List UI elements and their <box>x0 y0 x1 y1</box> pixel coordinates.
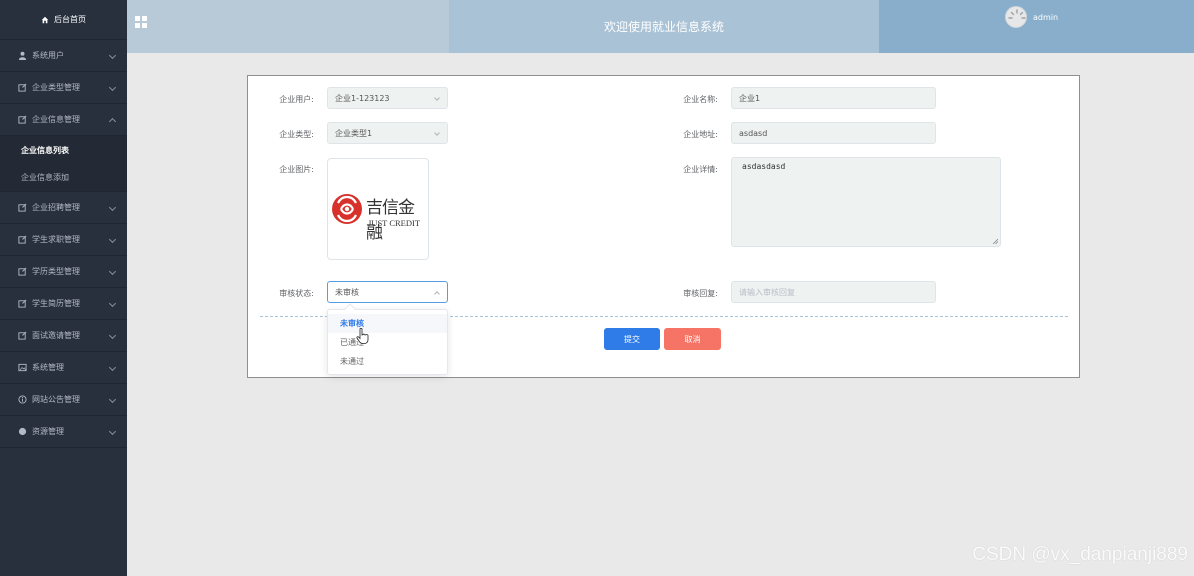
audit-reply-placeholder: 请输入审核回复 <box>739 288 795 297</box>
edit-icon <box>18 267 27 276</box>
sidebar-item-company-type[interactable]: 企业类型管理 <box>0 72 127 104</box>
resize-handle-icon[interactable] <box>992 238 998 244</box>
sidebar-item-label: 学历类型管理 <box>32 267 80 276</box>
audit-reply-input[interactable]: 请输入审核回复 <box>731 281 936 303</box>
sidebar-item-education-type[interactable]: 学历类型管理 <box>0 256 127 288</box>
watermark-text: CSDN @vx_danpianji889 <box>972 544 1188 565</box>
info-icon <box>18 395 27 404</box>
sidebar-item-label: 系统管理 <box>32 363 64 372</box>
hand-cursor-icon <box>356 328 369 344</box>
cancel-button[interactable]: 取消 <box>664 328 721 350</box>
chevron-down-icon <box>108 331 117 340</box>
sidebar-item-label: 学生简历管理 <box>32 299 80 308</box>
chevron-down-icon <box>108 51 117 60</box>
chevron-down-icon <box>108 363 117 372</box>
audit-status-label: 审核状态: <box>279 289 314 298</box>
sidebar: 后台首页 系统用户 企业类型管理 企业信息管理 企业信息列表 企业信息添加 企业… <box>0 0 127 576</box>
dropdown-option-rejected[interactable]: 未通过 <box>328 352 447 371</box>
company-image-label: 企业图片: <box>279 165 314 174</box>
audit-status-dropdown: 未审核 已通过 未通过 <box>327 303 448 375</box>
dropdown-option-approved[interactable]: 已通过 <box>328 333 447 352</box>
chevron-down-icon <box>108 235 117 244</box>
sidebar-item-resources[interactable]: 资源管理 <box>0 416 127 448</box>
chevron-down-icon <box>434 130 440 136</box>
company-address-input[interactable]: asdasd <box>731 122 936 144</box>
edit-icon <box>18 299 27 308</box>
company-address-label: 企业地址: <box>683 130 718 139</box>
sidebar-subitem-company-add[interactable]: 企业信息添加 <box>0 164 127 192</box>
sidebar-item-label: 面试邀请管理 <box>32 331 80 340</box>
chevron-up-icon <box>108 117 117 126</box>
chevron-down-icon <box>108 299 117 308</box>
chevron-down-icon <box>108 83 117 92</box>
sidebar-subitem-label: 企业信息列表 <box>21 145 69 155</box>
audit-status-value: 未审核 <box>335 288 359 297</box>
avatar[interactable] <box>1005 6 1027 28</box>
chevron-up-icon <box>434 291 440 297</box>
cancel-button-label: 取消 <box>684 334 701 344</box>
company-type-label: 企业类型: <box>279 130 314 139</box>
sidebar-item-announcement[interactable]: 网站公告管理 <box>0 384 127 416</box>
company-logo-en-text: JUST CREDIT <box>368 218 421 228</box>
sidebar-item-label: 资源管理 <box>32 427 64 436</box>
company-name-input[interactable]: 企业1 <box>731 87 936 109</box>
sidebar-item-label: 系统用户 <box>32 51 64 60</box>
chevron-down-icon <box>434 95 440 101</box>
sidebar-item-system[interactable]: 系统管理 <box>0 352 127 384</box>
user-icon <box>18 51 27 60</box>
chevron-down-icon <box>108 203 117 212</box>
edit-icon <box>18 331 27 340</box>
data-icon <box>18 427 27 436</box>
audit-reply-label: 审核回复: <box>683 289 718 298</box>
chevron-down-icon <box>108 395 117 404</box>
company-address-value: asdasd <box>739 129 768 138</box>
picture-icon <box>18 363 27 372</box>
dropdown-option-pending[interactable]: 未审核 <box>328 314 447 333</box>
company-name-value: 企业1 <box>739 94 761 103</box>
sidebar-item-label: 学生求职管理 <box>32 235 80 244</box>
chevron-down-icon <box>108 427 117 436</box>
company-detail-label: 企业详情: <box>683 165 718 174</box>
sidebar-item-label: 企业招聘管理 <box>32 203 80 212</box>
company-name-label: 企业名称: <box>683 95 718 104</box>
chevron-down-icon <box>108 267 117 276</box>
company-detail-value: asdasdasd <box>742 162 786 171</box>
edit-icon <box>18 235 27 244</box>
header-user-area: admin <box>879 0 1194 53</box>
edit-icon <box>18 115 27 124</box>
sidebar-item-label: 企业类型管理 <box>32 83 80 92</box>
audit-status-select[interactable]: 未审核 <box>327 281 448 303</box>
submit-button-label: 提交 <box>624 334 640 344</box>
sidebar-item-resume[interactable]: 学生简历管理 <box>0 288 127 320</box>
header-title-area: 欢迎使用就业信息系统 <box>449 0 879 53</box>
company-user-select[interactable]: 企业1-123123 <box>327 87 448 109</box>
company-user-value: 企业1-123123 <box>335 94 390 103</box>
sidebar-item-recruitment[interactable]: 企业招聘管理 <box>0 192 127 224</box>
home-icon <box>41 16 49 23</box>
edit-icon <box>18 203 27 212</box>
sidebar-item-interview[interactable]: 面试邀请管理 <box>0 320 127 352</box>
sidebar-item-label: 企业信息管理 <box>32 115 80 124</box>
sidebar-home[interactable]: 后台首页 <box>0 0 127 40</box>
sidebar-item-label: 网站公告管理 <box>32 395 80 404</box>
edit-icon <box>18 83 27 92</box>
sidebar-home-label: 后台首页 <box>54 15 86 24</box>
company-detail-textarea[interactable]: asdasdasd <box>731 157 1001 247</box>
submit-button[interactable]: 提交 <box>604 328 660 350</box>
loading-spinner-icon <box>1008 9 1026 19</box>
company-user-label: 企业用户: <box>279 95 314 104</box>
sidebar-item-job-seeking[interactable]: 学生求职管理 <box>0 224 127 256</box>
top-header: 欢迎使用就业信息系统 admin <box>127 0 1194 53</box>
sidebar-subitem-label: 企业信息添加 <box>21 173 69 182</box>
page-title: 欢迎使用就业信息系统 <box>603 20 724 34</box>
company-image-upload[interactable]: 吉信金融 JUST CREDIT <box>327 158 429 260</box>
company-type-select[interactable]: 企业类型1 <box>327 122 448 144</box>
sidebar-subitem-company-list[interactable]: 企业信息列表 <box>0 136 127 164</box>
grid-menu-icon[interactable] <box>135 16 147 28</box>
sidebar-item-company-info[interactable]: 企业信息管理 <box>0 104 127 136</box>
company-type-value: 企业类型1 <box>335 129 373 138</box>
sidebar-item-system-users[interactable]: 系统用户 <box>0 40 127 72</box>
username[interactable]: admin <box>1033 13 1058 22</box>
